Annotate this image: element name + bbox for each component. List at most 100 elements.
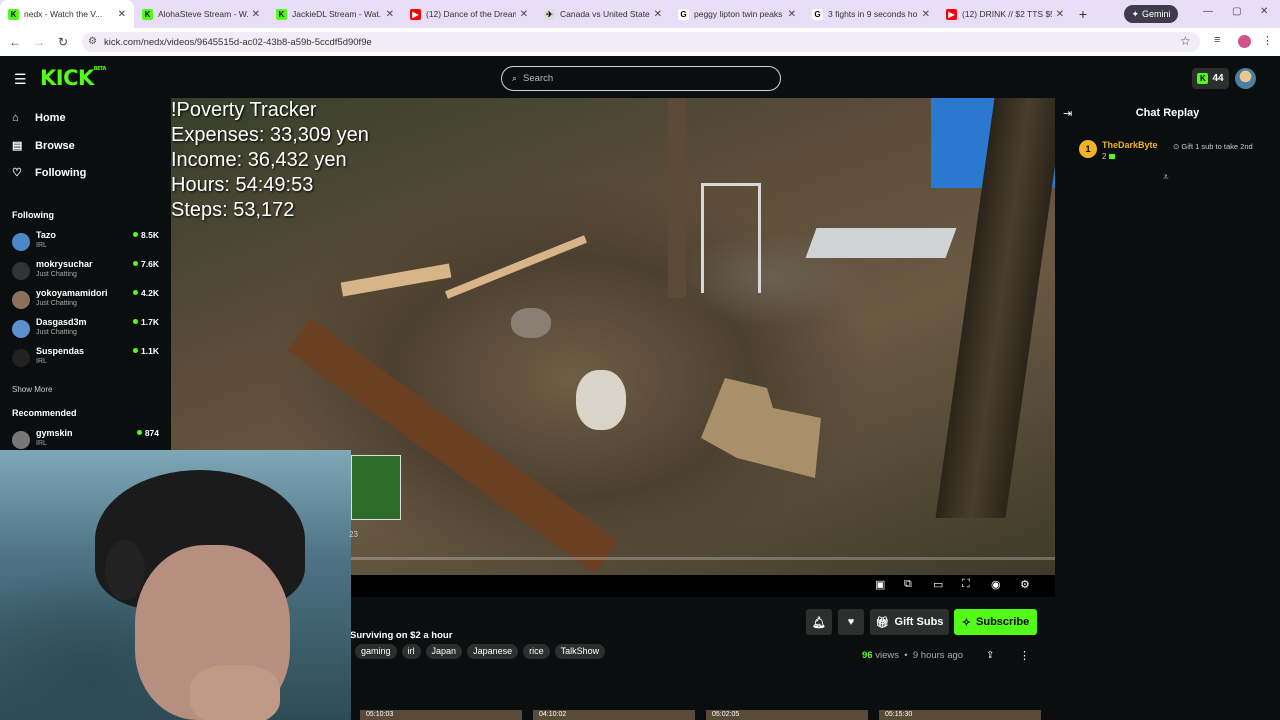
thumbnail-duration: 04:10:02 <box>539 711 567 718</box>
channel-category: IRL <box>36 358 47 365</box>
tag-chip[interactable]: rice <box>523 644 550 659</box>
channel-item[interactable]: Suspendas IRL 1.1K <box>12 346 162 374</box>
video-progress-bar[interactable] <box>351 557 1055 560</box>
viewer-count: 4.2K <box>133 288 159 298</box>
browser-profile-avatar[interactable] <box>1238 35 1251 48</box>
cardboard-box <box>701 378 821 478</box>
autoplay-icon[interactable]: ◉ <box>991 578 1001 591</box>
kicks-badge[interactable]: K 44 <box>1192 68 1229 89</box>
forward-button[interactable]: → <box>27 35 51 49</box>
tab-title: (12) DRINK // $2 TTS $5 <box>962 9 1052 19</box>
close-tab-icon[interactable]: ✕ <box>252 9 260 20</box>
search-placeholder: Search <box>523 73 554 84</box>
search-input[interactable]: ⌕ Search <box>501 66 781 91</box>
close-tab-icon[interactable]: ✕ <box>654 9 662 20</box>
expand-leaderboard-icon[interactable]: ⩡ <box>1163 172 1169 183</box>
gemini-button[interactable]: ✦ Gemini <box>1124 5 1178 23</box>
pip-icon[interactable]: ⧉ <box>904 578 912 591</box>
show-more-link[interactable]: Show More <box>12 385 52 394</box>
channel-category: Just Chatting <box>36 271 77 278</box>
channel-name: gymskin <box>36 428 73 438</box>
browser-tab[interactable]: K AlohaSteve Stream - W... ✕ <box>134 0 268 28</box>
sidebar-item-browse[interactable]: ▤ Browse <box>12 139 75 153</box>
site-info-icon[interactable]: ⚙ <box>88 36 97 47</box>
channel-item[interactable]: Dasgasd3m Just Chatting 1.7K <box>12 317 162 345</box>
channel-avatar <box>12 291 30 309</box>
webcam-overlay <box>0 450 351 720</box>
close-window-button[interactable]: ✕ <box>1260 6 1268 17</box>
browser-tab[interactable]: ▶ (12) DRINK // $2 TTS $5 ✕ <box>938 0 1072 28</box>
viewer-count: 1.1K <box>133 346 159 356</box>
browser-tab[interactable]: ▶ (12) Dance of the Dream... ✕ <box>402 0 536 28</box>
more-options-icon[interactable]: ⋮ <box>1019 649 1030 662</box>
related-video-thumbnail[interactable]: 05:15:30 <box>879 710 1041 720</box>
fullscreen-icon[interactable]: ⛶ <box>962 578 970 591</box>
minimize-button[interactable]: — <box>1203 6 1213 17</box>
channel-category: IRL <box>36 242 47 249</box>
close-tab-icon[interactable]: ✕ <box>520 9 528 20</box>
channel-item[interactable]: mokrysuchar Just Chatting 7.6K <box>12 259 162 287</box>
gift-subs-button[interactable]: 🎁︎ Gift Subs <box>870 609 949 635</box>
browser-tab[interactable]: K JackieDL Stream - Wat... ✕ <box>268 0 402 28</box>
notification-bell-button[interactable]: 🔔︎ <box>806 609 832 635</box>
browser-tab[interactable]: Gpeggy lipton twin peaks ✕ <box>670 0 804 28</box>
back-button[interactable]: ← <box>3 35 27 49</box>
chat-panel: ⇥ Chat Replay 1 TheDarkByte 2 Gift 1 sub… <box>1055 98 1280 720</box>
tag-chip[interactable]: gaming <box>355 644 397 659</box>
tab-title: (12) Dance of the Dream... <box>426 9 516 19</box>
top-gifter[interactable]: 1 TheDarkByte 2 Gift 1 sub to take 2nd <box>1079 140 1269 162</box>
browser-menu-icon[interactable]: ⋮ <box>1262 34 1273 47</box>
tab-favicon-icon: K <box>8 8 19 20</box>
sidebar: ⌂ Home ▤ Browse ♡ Following Following Tazo IRL… <box>0 98 170 450</box>
kick-logo[interactable]: KICKBETA <box>40 66 106 90</box>
viewer-count: 8.5K <box>133 230 159 240</box>
mini-preview-frame <box>351 455 401 520</box>
sidebar-item-following[interactable]: ♡ Following <box>12 166 87 180</box>
chat-title: Chat Replay <box>1135 107 1200 119</box>
url-field[interactable]: ⚙ kick.com/nedx/videos/9645515d-ac02-43b… <box>82 32 1200 52</box>
bookmark-star-icon[interactable]: ☆ <box>1180 34 1191 48</box>
streamer-hand <box>190 665 280 720</box>
gemini-icon: ✦ <box>1131 8 1140 19</box>
thumbnail-duration: 05:15:30 <box>885 711 913 718</box>
tag-chip[interactable]: TalkShow <box>554 644 606 659</box>
tag-chip[interactable]: irl <box>401 644 421 659</box>
close-tab-icon[interactable]: ✕ <box>922 9 930 20</box>
sidebar-item-home[interactable]: ⌂ Home <box>12 112 66 124</box>
tag-chip[interactable]: Japanese <box>467 644 519 659</box>
share-icon[interactable]: ⇪ <box>986 650 994 661</box>
reload-button[interactable]: ↻ <box>51 35 75 49</box>
sidebar-item-label: Following <box>35 166 87 179</box>
close-tab-icon[interactable]: ✕ <box>118 9 126 20</box>
poverty-tracker-overlay: !Poverty Tracker Expenses: 33,309 yen Inco… <box>171 98 369 223</box>
related-video-thumbnail[interactable]: 05:02:05 <box>706 710 868 720</box>
channel-item[interactable]: Tazo IRL 8.5K <box>12 230 162 258</box>
subscribe-button[interactable]: ✧ Subscribe <box>954 609 1037 635</box>
related-video-thumbnail[interactable]: 04:10:02 <box>533 710 695 720</box>
user-avatar[interactable] <box>1235 68 1256 89</box>
miniplayer-icon[interactable]: ▣ <box>875 578 885 591</box>
browser-tab[interactable]: ✈ Canada vs United States ✕ <box>536 0 670 28</box>
hamburger-menu-icon[interactable]: ☰ <box>14 71 27 88</box>
rank-medal-icon: 1 <box>1079 140 1097 158</box>
following-heading: Following <box>12 210 54 220</box>
theater-mode-icon[interactable]: ▭ <box>933 578 943 591</box>
browser-tab[interactable]: G 3 fights in 9 seconds ho... ✕ <box>804 0 938 28</box>
settings-gear-icon[interactable]: ⚙ <box>1020 578 1030 591</box>
new-tab-button[interactable]: + <box>1072 6 1094 22</box>
follow-heart-button[interactable]: ♥ <box>838 609 864 635</box>
related-video-thumbnail[interactable]: 05:10:03 <box>360 710 522 720</box>
tag-chip[interactable]: Japan <box>425 644 463 659</box>
subscribe-label: Subscribe <box>976 616 1030 628</box>
close-tab-icon[interactable]: ✕ <box>1056 9 1064 20</box>
tracker-line: Hours: 54:49:53 <box>171 174 314 196</box>
maximize-button[interactable]: ▢ <box>1232 6 1241 17</box>
browser-tab[interactable]: Knedx - Watch the V... ✕ <box>0 0 134 28</box>
cat <box>511 308 551 338</box>
close-tab-icon[interactable]: ✕ <box>788 9 796 20</box>
sidebar-item-label: Home <box>35 112 66 124</box>
gift-prompt[interactable]: Gift 1 sub to take 2nd <box>1173 142 1253 151</box>
media-control-icon[interactable]: ≡ <box>1214 34 1220 46</box>
close-tab-icon[interactable]: ✕ <box>386 9 394 20</box>
channel-item[interactable]: yokoyamamidori Just Chatting 4.2K <box>12 288 162 316</box>
